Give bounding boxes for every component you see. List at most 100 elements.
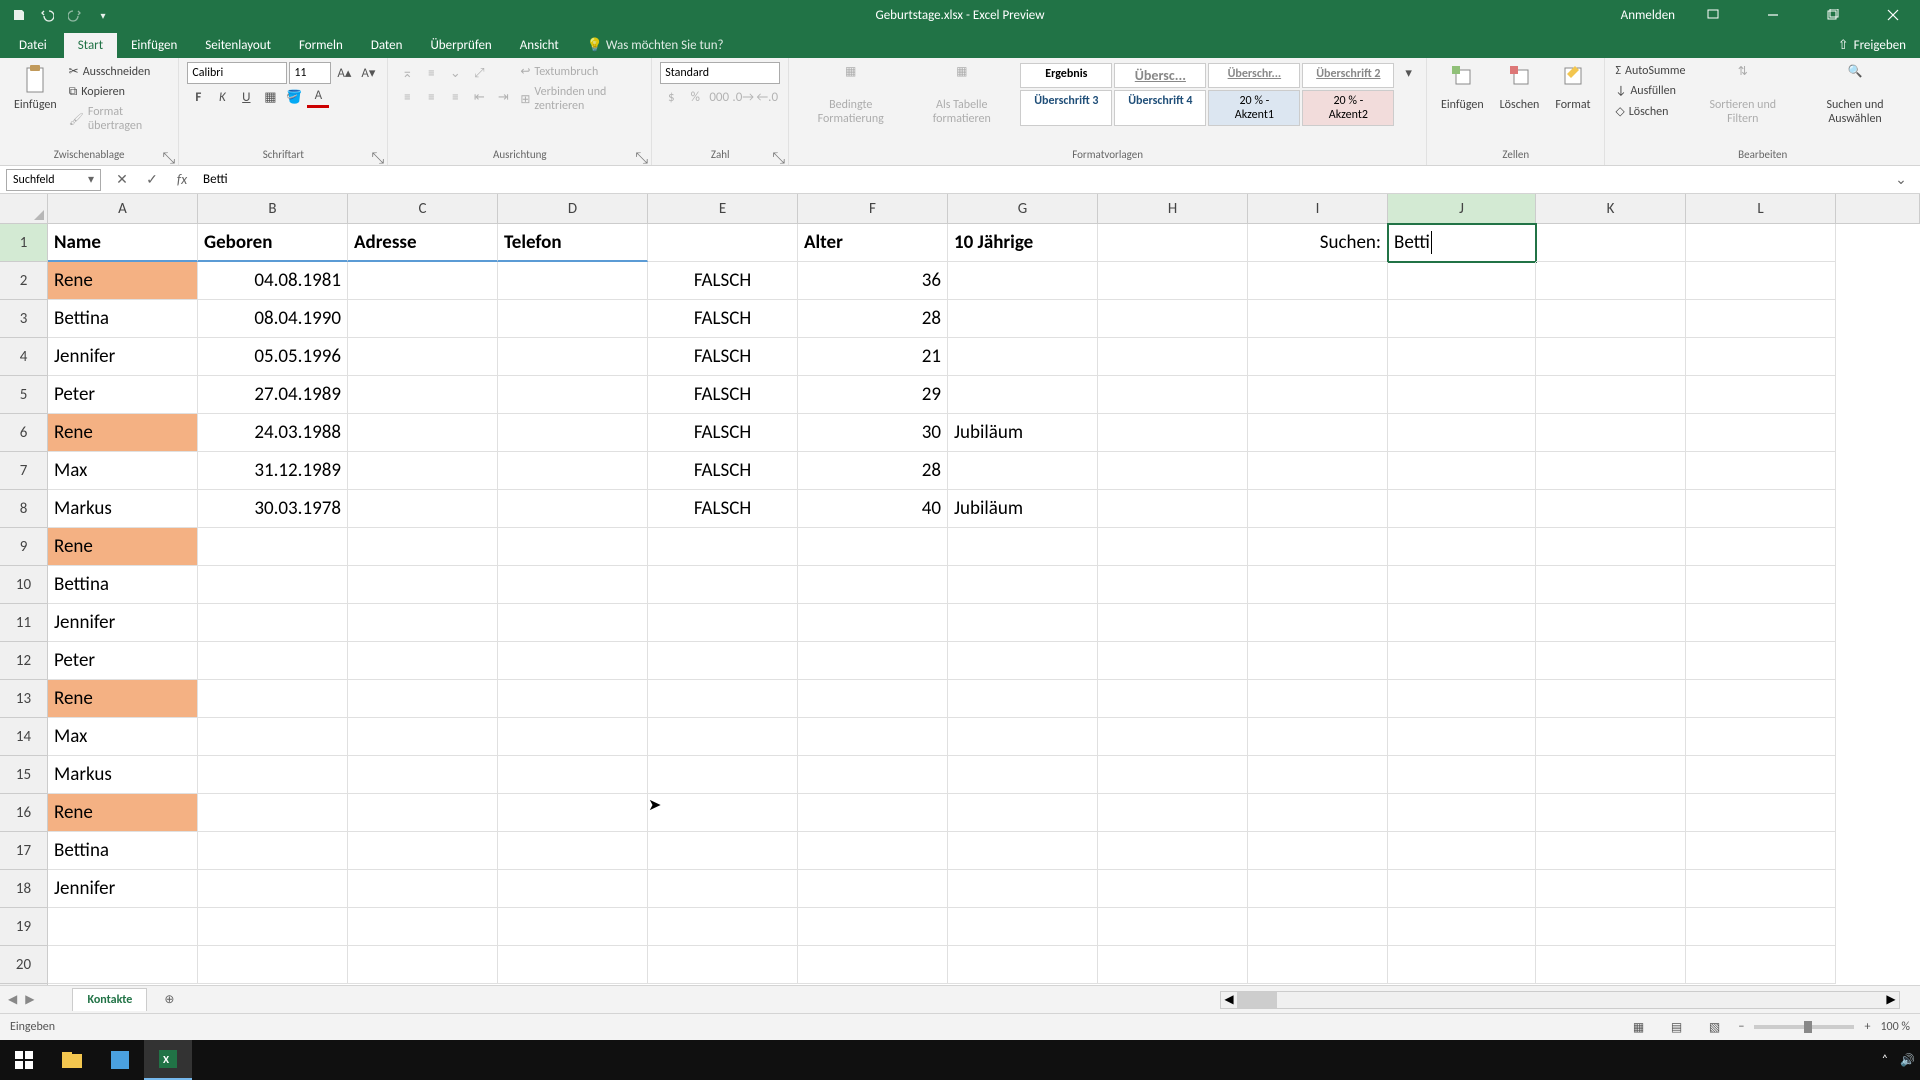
taskbar-explorer-icon[interactable] [48, 1040, 96, 1080]
close-button[interactable] [1870, 0, 1915, 30]
cell-F17[interactable] [798, 832, 948, 870]
cell-A10[interactable]: Bettina [48, 566, 198, 604]
col-header-J[interactable]: J [1388, 194, 1536, 223]
cell-A19[interactable] [48, 908, 198, 946]
cancel-edit-icon[interactable]: ✕ [107, 169, 137, 191]
cell-style-ergebnis[interactable]: Ergebnis [1020, 63, 1112, 88]
zoom-in-icon[interactable]: + [1864, 1020, 1870, 1034]
cell-I12[interactable] [1248, 642, 1388, 680]
undo-icon[interactable] [38, 6, 56, 24]
normal-view-icon[interactable]: ▦ [1624, 1017, 1652, 1037]
row-header-9[interactable]: 9 [0, 528, 47, 566]
cell-J13[interactable] [1388, 680, 1536, 718]
page-break-view-icon[interactable]: ▧ [1700, 1017, 1728, 1037]
row-header-15[interactable]: 15 [0, 756, 47, 794]
cell-H4[interactable] [1098, 338, 1248, 376]
cell-J17[interactable] [1388, 832, 1536, 870]
cell-B15[interactable] [198, 756, 348, 794]
enter-edit-icon[interactable]: ✓ [137, 169, 167, 191]
row-header-2[interactable]: 2 [0, 262, 47, 300]
row-header-3[interactable]: 3 [0, 300, 47, 338]
cell-C18[interactable] [348, 870, 498, 908]
cell-B1[interactable]: Geboren [198, 224, 348, 262]
row-header-10[interactable]: 10 [0, 566, 47, 604]
sheet-nav-next-icon[interactable]: ▶ [25, 992, 34, 1007]
cell-I7[interactable] [1248, 452, 1388, 490]
cell-F14[interactable] [798, 718, 948, 756]
cell-J7[interactable] [1388, 452, 1536, 490]
cell-style-ueberschr[interactable]: Überschr... [1208, 63, 1300, 88]
cell-G5[interactable] [948, 376, 1098, 414]
cell-L15[interactable] [1686, 756, 1836, 794]
cell-F19[interactable] [798, 908, 948, 946]
cell-D15[interactable] [498, 756, 648, 794]
align-top-icon[interactable]: ⌅ [396, 62, 418, 84]
cell-E1[interactable] [648, 224, 798, 262]
cut-button[interactable]: ✂Ausschneiden [67, 62, 171, 81]
cell-A15[interactable]: Markus [48, 756, 198, 794]
find-select-button[interactable]: 🔍Suchen und Auswählen [1798, 62, 1912, 128]
sheet-tab-kontakte[interactable]: Kontakte [72, 988, 147, 1011]
increase-font-icon[interactable]: A▴ [333, 62, 355, 84]
cell-K14[interactable] [1536, 718, 1686, 756]
cell-E15[interactable] [648, 756, 798, 794]
add-sheet-button[interactable]: ⊕ [157, 988, 181, 1012]
cell-I16[interactable] [1248, 794, 1388, 832]
row-header-17[interactable]: 17 [0, 832, 47, 870]
cell-K4[interactable] [1536, 338, 1686, 376]
cell-K1[interactable] [1536, 224, 1686, 262]
cell-D7[interactable] [498, 452, 648, 490]
cell-D9[interactable] [498, 528, 648, 566]
cell-B7[interactable]: 31.12.1989 [198, 452, 348, 490]
tray-chevron-icon[interactable]: ˄ [1882, 1053, 1888, 1067]
cell-E8[interactable]: FALSCH [648, 490, 798, 528]
cell-J4[interactable] [1388, 338, 1536, 376]
cell-I2[interactable] [1248, 262, 1388, 300]
tab-file[interactable]: Datei [5, 33, 61, 58]
row-header-5[interactable]: 5 [0, 376, 47, 414]
cell-A18[interactable]: Jennifer [48, 870, 198, 908]
cell-J1[interactable]: Betti [1388, 224, 1536, 262]
formula-input[interactable] [197, 169, 1886, 191]
cell-H2[interactable] [1098, 262, 1248, 300]
cell-L18[interactable] [1686, 870, 1836, 908]
cell-J10[interactable] [1388, 566, 1536, 604]
cell-B6[interactable]: 24.03.1988 [198, 414, 348, 452]
cell-H17[interactable] [1098, 832, 1248, 870]
cell-I6[interactable] [1248, 414, 1388, 452]
row-header-18[interactable]: 18 [0, 870, 47, 908]
cell-K15[interactable] [1536, 756, 1686, 794]
cell-C11[interactable] [348, 604, 498, 642]
cell-H15[interactable] [1098, 756, 1248, 794]
cell-A13[interactable]: Rene [48, 680, 198, 718]
cell-F6[interactable]: 30 [798, 414, 948, 452]
bold-icon[interactable]: F [187, 86, 209, 108]
cell-B19[interactable] [198, 908, 348, 946]
thousands-icon[interactable]: 000 [708, 86, 730, 108]
cell-F5[interactable]: 29 [798, 376, 948, 414]
cell-I13[interactable] [1248, 680, 1388, 718]
cell-H20[interactable] [1098, 946, 1248, 984]
ribbon-display-options-icon[interactable] [1690, 0, 1735, 30]
cell-C19[interactable] [348, 908, 498, 946]
row-header-20[interactable]: 20 [0, 946, 47, 984]
font-name-select[interactable] [187, 62, 287, 84]
cell-I10[interactable] [1248, 566, 1388, 604]
cell-F2[interactable]: 36 [798, 262, 948, 300]
format-as-table-button[interactable]: ▦Als Tabelle formatieren [908, 62, 1015, 128]
increase-decimal-icon[interactable]: .0→ [732, 86, 754, 108]
cell-L12[interactable] [1686, 642, 1836, 680]
cell-D11[interactable] [498, 604, 648, 642]
row-header-16[interactable]: 16 [0, 794, 47, 832]
cell-G15[interactable] [948, 756, 1098, 794]
cell-A20[interactable] [48, 946, 198, 984]
cell-A11[interactable]: Jennifer [48, 604, 198, 642]
cell-L20[interactable] [1686, 946, 1836, 984]
cell-F18[interactable] [798, 870, 948, 908]
scrollbar-thumb[interactable] [1237, 992, 1277, 1008]
cell-A7[interactable]: Max [48, 452, 198, 490]
cell-H19[interactable] [1098, 908, 1248, 946]
cell-G3[interactable] [948, 300, 1098, 338]
start-button[interactable] [0, 1040, 48, 1080]
cell-K20[interactable] [1536, 946, 1686, 984]
